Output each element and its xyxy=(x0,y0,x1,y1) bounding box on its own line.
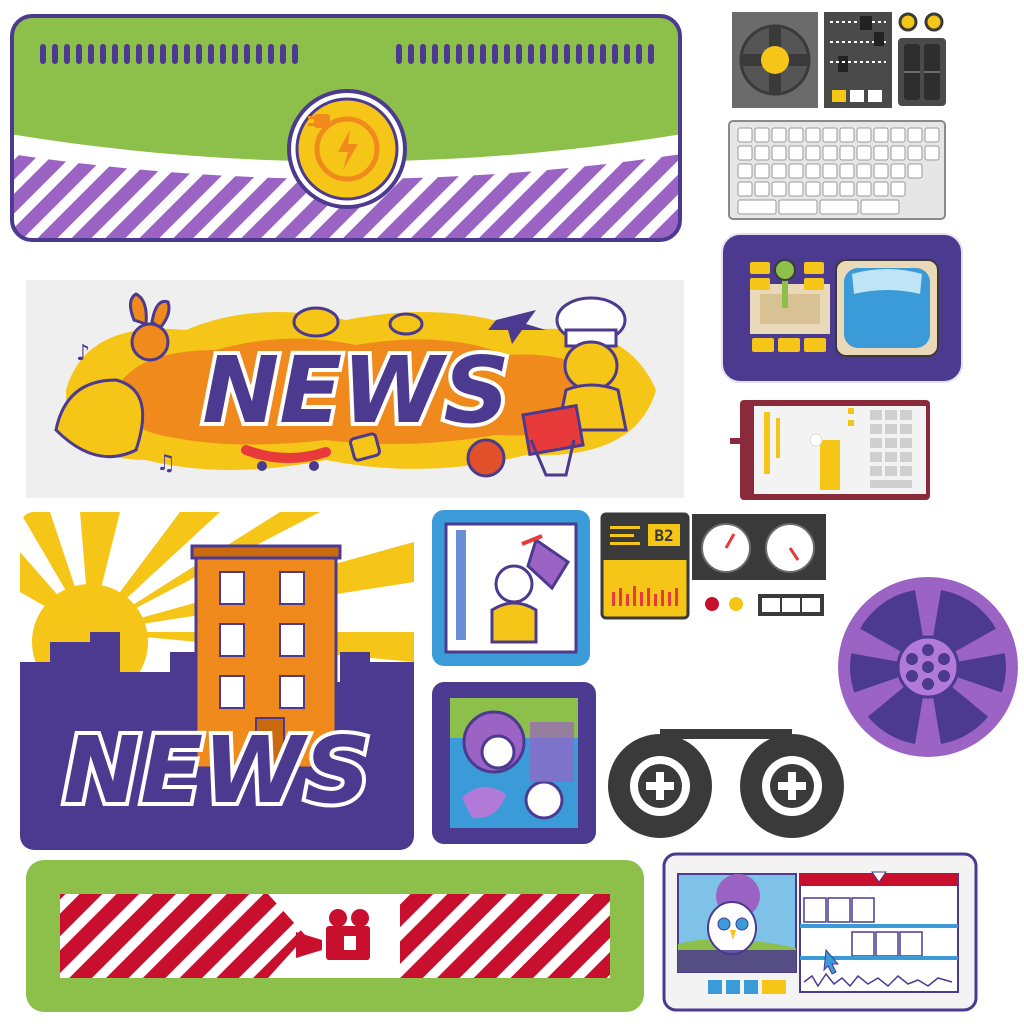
keyboard-key xyxy=(819,199,859,215)
keyboard-key xyxy=(856,127,872,143)
keyboard-key xyxy=(873,163,889,179)
power-plug-icon xyxy=(286,88,408,210)
switch-panel-icon xyxy=(896,10,948,108)
joystick-dpad-icon xyxy=(732,12,818,108)
keyboard-key xyxy=(890,145,906,161)
keyboard-key xyxy=(873,181,889,197)
keyboard-key xyxy=(805,163,821,179)
keyboard-key xyxy=(788,163,804,179)
news-card-word: NEWS xyxy=(63,717,371,824)
keyboard-key xyxy=(907,127,923,143)
keyboard-key xyxy=(737,145,753,161)
keyboard-key xyxy=(754,181,770,197)
keyboard-key xyxy=(737,163,753,179)
keyboard-key xyxy=(839,127,855,143)
keyboard-key xyxy=(873,145,889,161)
keyboard-key xyxy=(890,163,906,179)
green-power-banner xyxy=(10,14,682,242)
keyboard-key xyxy=(856,163,872,179)
tablet-keyboard-icon xyxy=(730,398,932,502)
film-reel-icon xyxy=(834,574,1022,760)
keyboard-key xyxy=(822,145,838,161)
mixer-sliders-icon xyxy=(824,12,892,108)
keyboard-key xyxy=(737,127,753,143)
keyboard-key xyxy=(839,145,855,161)
keyboard-key xyxy=(737,199,777,215)
video-editor-icon xyxy=(662,852,978,1012)
keyboard-key xyxy=(839,181,855,197)
tape-reels-icon xyxy=(604,728,848,840)
keyboard-key xyxy=(788,145,804,161)
keyboard-key xyxy=(737,181,753,197)
keyboard-key xyxy=(839,163,855,179)
keyboard-key xyxy=(788,127,804,143)
keyboard-key xyxy=(822,181,838,197)
keyboard-key xyxy=(788,181,804,197)
keyboard-key xyxy=(856,181,872,197)
gauges-panel-icon: B2 xyxy=(600,512,828,620)
keyboard-key xyxy=(856,145,872,161)
keyboard-key xyxy=(822,127,838,143)
keyboard-key xyxy=(907,145,923,161)
tv-news-studio-icon xyxy=(432,510,590,666)
keyboard-key xyxy=(778,199,818,215)
keyboard-key xyxy=(754,127,770,143)
keyboard-key xyxy=(924,127,940,143)
keyboard-key xyxy=(873,127,889,143)
keyboard-key xyxy=(771,145,787,161)
keyboard-key xyxy=(771,181,787,197)
city-news-card: NEWS xyxy=(20,512,414,850)
keyboard-icon xyxy=(728,120,946,220)
keyboard-key xyxy=(771,163,787,179)
people-portrait-card xyxy=(432,682,596,844)
keyboard-key xyxy=(890,127,906,143)
keyboard-key xyxy=(771,127,787,143)
arcade-tv-icon xyxy=(720,232,964,384)
keyboard-key xyxy=(890,181,906,197)
keyboard-key xyxy=(754,163,770,179)
news-banner-word: NEWS xyxy=(202,337,510,444)
keyboard-key xyxy=(805,127,821,143)
svg-text:♪: ♪ xyxy=(76,341,90,366)
keyboard-key xyxy=(754,145,770,161)
film-camera-banner xyxy=(26,860,644,1012)
keyboard-key xyxy=(907,163,923,179)
news-collage-banner: ♪ ♫ NEWS xyxy=(26,280,684,498)
keyboard-key xyxy=(805,145,821,161)
svg-text:♫: ♫ xyxy=(156,451,176,476)
console-screen-label: B2 xyxy=(654,526,673,545)
keyboard-key xyxy=(805,181,821,197)
keyboard-key xyxy=(860,199,900,215)
keyboard-key xyxy=(924,145,940,161)
keyboard-key xyxy=(822,163,838,179)
